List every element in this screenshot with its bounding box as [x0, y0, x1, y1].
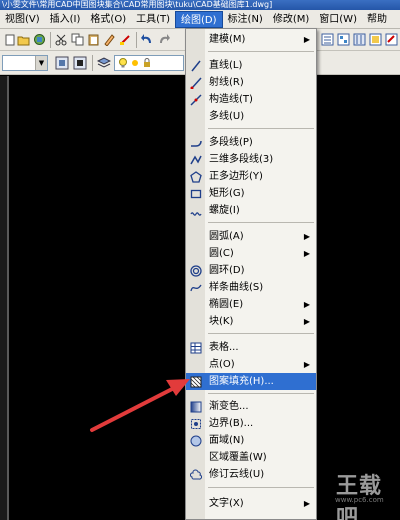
menu-bar: 视图(V) 插入(I) 格式(O) 工具(T) 绘图(D) 标注(N) 修改(M… — [0, 10, 400, 29]
submenu-arrow-icon: ▶ — [303, 360, 310, 369]
block-editor-icon[interactable] — [118, 32, 133, 47]
menu-item-modeling[interactable]: 建模(M) ▶ — [186, 31, 316, 48]
revcloud-icon — [189, 468, 202, 481]
3d-polyline-icon — [189, 153, 202, 166]
menu-separator — [208, 51, 314, 52]
line-icon — [189, 59, 202, 72]
menu-separator — [208, 128, 314, 129]
menu-item-spline[interactable]: 样条曲线(S) — [186, 279, 316, 296]
watermark-logo: 王载吧 — [336, 474, 383, 520]
menu-separator — [208, 393, 314, 394]
menu-item-construction-line[interactable]: 构造线(T) — [186, 91, 316, 108]
menu-help[interactable]: 帮助 — [362, 11, 392, 28]
menu-item-boundary[interactable]: 边界(B)... — [186, 415, 316, 432]
menu-item-ray[interactable]: 射线(R) — [186, 74, 316, 91]
menu-item-arc[interactable]: 圆弧(A) ▶ — [186, 228, 316, 245]
lightbulb-icon — [118, 58, 128, 71]
tool-palettes-icon[interactable] — [352, 32, 367, 47]
paste-icon[interactable] — [86, 32, 101, 47]
menu-item-ellipse[interactable]: 椭圆(E) ▶ — [186, 296, 316, 313]
menu-view[interactable]: 视图(V) — [0, 11, 45, 28]
layer-previous-icon[interactable] — [54, 55, 69, 70]
spline-icon — [189, 281, 202, 294]
cut-icon[interactable] — [54, 32, 69, 47]
donut-icon — [189, 264, 202, 277]
menu-item-polygon[interactable]: 正多边形(Y) — [186, 168, 316, 185]
workspace-combo[interactable]: ▼ — [2, 55, 48, 71]
menu-item-3d-polyline[interactable]: 三维多段线(3) — [186, 151, 316, 168]
left-dock-panel — [0, 76, 7, 520]
menu-separator — [208, 333, 314, 334]
hatch-icon — [189, 375, 202, 388]
copy-icon[interactable] — [70, 32, 85, 47]
menu-item-helix[interactable]: 螺旋(I) — [186, 202, 316, 219]
design-center-icon[interactable] — [336, 32, 351, 47]
menu-item-hatch[interactable]: 图案填充(H)... — [186, 373, 316, 390]
menu-item-multiline[interactable]: 多线(U) — [186, 108, 316, 125]
sheet-set-icon[interactable] — [368, 32, 383, 47]
properties-icon[interactable] — [320, 32, 335, 47]
submenu-arrow-icon: ▶ — [303, 232, 310, 241]
menu-draw[interactable]: 绘图(D) — [175, 10, 223, 28]
submenu-arrow-icon: ▶ — [303, 249, 310, 258]
publish-icon[interactable] — [32, 32, 47, 47]
menu-separator — [208, 487, 314, 488]
layer-properties-icon[interactable] — [96, 55, 111, 70]
helix-icon — [189, 204, 202, 217]
sun-icon — [130, 58, 140, 71]
menu-item-donut[interactable]: 圆环(D) — [186, 262, 316, 279]
undo-icon[interactable] — [140, 32, 155, 47]
menu-modify[interactable]: 修改(M) — [268, 11, 314, 28]
open-icon[interactable] — [16, 32, 31, 47]
menu-tools[interactable]: 工具(T) — [131, 11, 175, 28]
viewport-border — [7, 76, 9, 520]
boundary-icon — [189, 417, 202, 430]
lock-icon — [142, 58, 152, 71]
chevron-down-icon[interactable]: ▼ — [35, 56, 47, 70]
menu-item-circle[interactable]: 圆(C) ▶ — [186, 245, 316, 262]
toolbar-separator — [92, 55, 93, 71]
title-bar: \小雯文件\常用CAD中国图块集合\CAD常用图块\tuku\CAD基础图库1.… — [0, 0, 400, 10]
submenu-arrow-icon: ▶ — [303, 35, 310, 44]
toolbar-separator — [136, 32, 137, 48]
menu-item-gradient[interactable]: 渐变色... — [186, 398, 316, 415]
rectangle-icon — [189, 187, 202, 200]
toolbar-separator — [50, 32, 51, 48]
menu-format[interactable]: 格式(O) — [85, 11, 131, 28]
menu-item-wipeout[interactable]: 区域覆盖(W) — [186, 449, 316, 466]
construction-line-icon — [189, 93, 202, 106]
submenu-arrow-icon: ▶ — [303, 300, 310, 309]
menu-item-polyline[interactable]: 多段线(P) — [186, 134, 316, 151]
new-icon[interactable] — [2, 32, 17, 47]
menu-window[interactable]: 窗口(W) — [314, 11, 362, 28]
draw-menu: 建模(M) ▶ 直线(L) 射线(R) 构造线(T) 多线(U) 多段线(P) … — [185, 28, 317, 520]
ray-icon — [189, 76, 202, 89]
region-icon — [189, 434, 202, 447]
menu-item-revision-cloud[interactable]: 修订云线(U) — [186, 466, 316, 483]
layer-isolate-icon[interactable] — [72, 55, 87, 70]
submenu-arrow-icon: ▶ — [303, 499, 310, 508]
window-title: \小雯文件\常用CAD中国图块集合\CAD常用图块\tuku\CAD基础图库1.… — [2, 0, 273, 9]
match-properties-icon[interactable] — [102, 32, 117, 47]
layer-combo[interactable] — [114, 55, 184, 71]
menu-item-rectangle[interactable]: 矩形(G) — [186, 185, 316, 202]
menu-item-point[interactable]: 点(O) ▶ — [186, 356, 316, 373]
menu-item-block[interactable]: 块(K) ▶ — [186, 313, 316, 330]
table-icon — [189, 341, 202, 354]
menu-dimension[interactable]: 标注(N) — [223, 11, 268, 28]
markup-icon[interactable] — [384, 32, 399, 47]
menu-item-text[interactable]: 文字(X) ▶ — [186, 495, 316, 512]
submenu-arrow-icon: ▶ — [303, 317, 310, 326]
menu-item-table[interactable]: 表格... — [186, 339, 316, 356]
polygon-icon — [189, 170, 202, 183]
menu-insert[interactable]: 插入(I) — [45, 11, 86, 28]
polyline-icon — [189, 136, 202, 149]
watermark-url: www.pc6.com — [335, 496, 384, 504]
menu-item-line[interactable]: 直线(L) — [186, 57, 316, 74]
menu-separator — [208, 222, 314, 223]
menu-item-region[interactable]: 面域(N) — [186, 432, 316, 449]
gradient-icon — [189, 400, 202, 413]
redo-icon[interactable] — [156, 32, 171, 47]
